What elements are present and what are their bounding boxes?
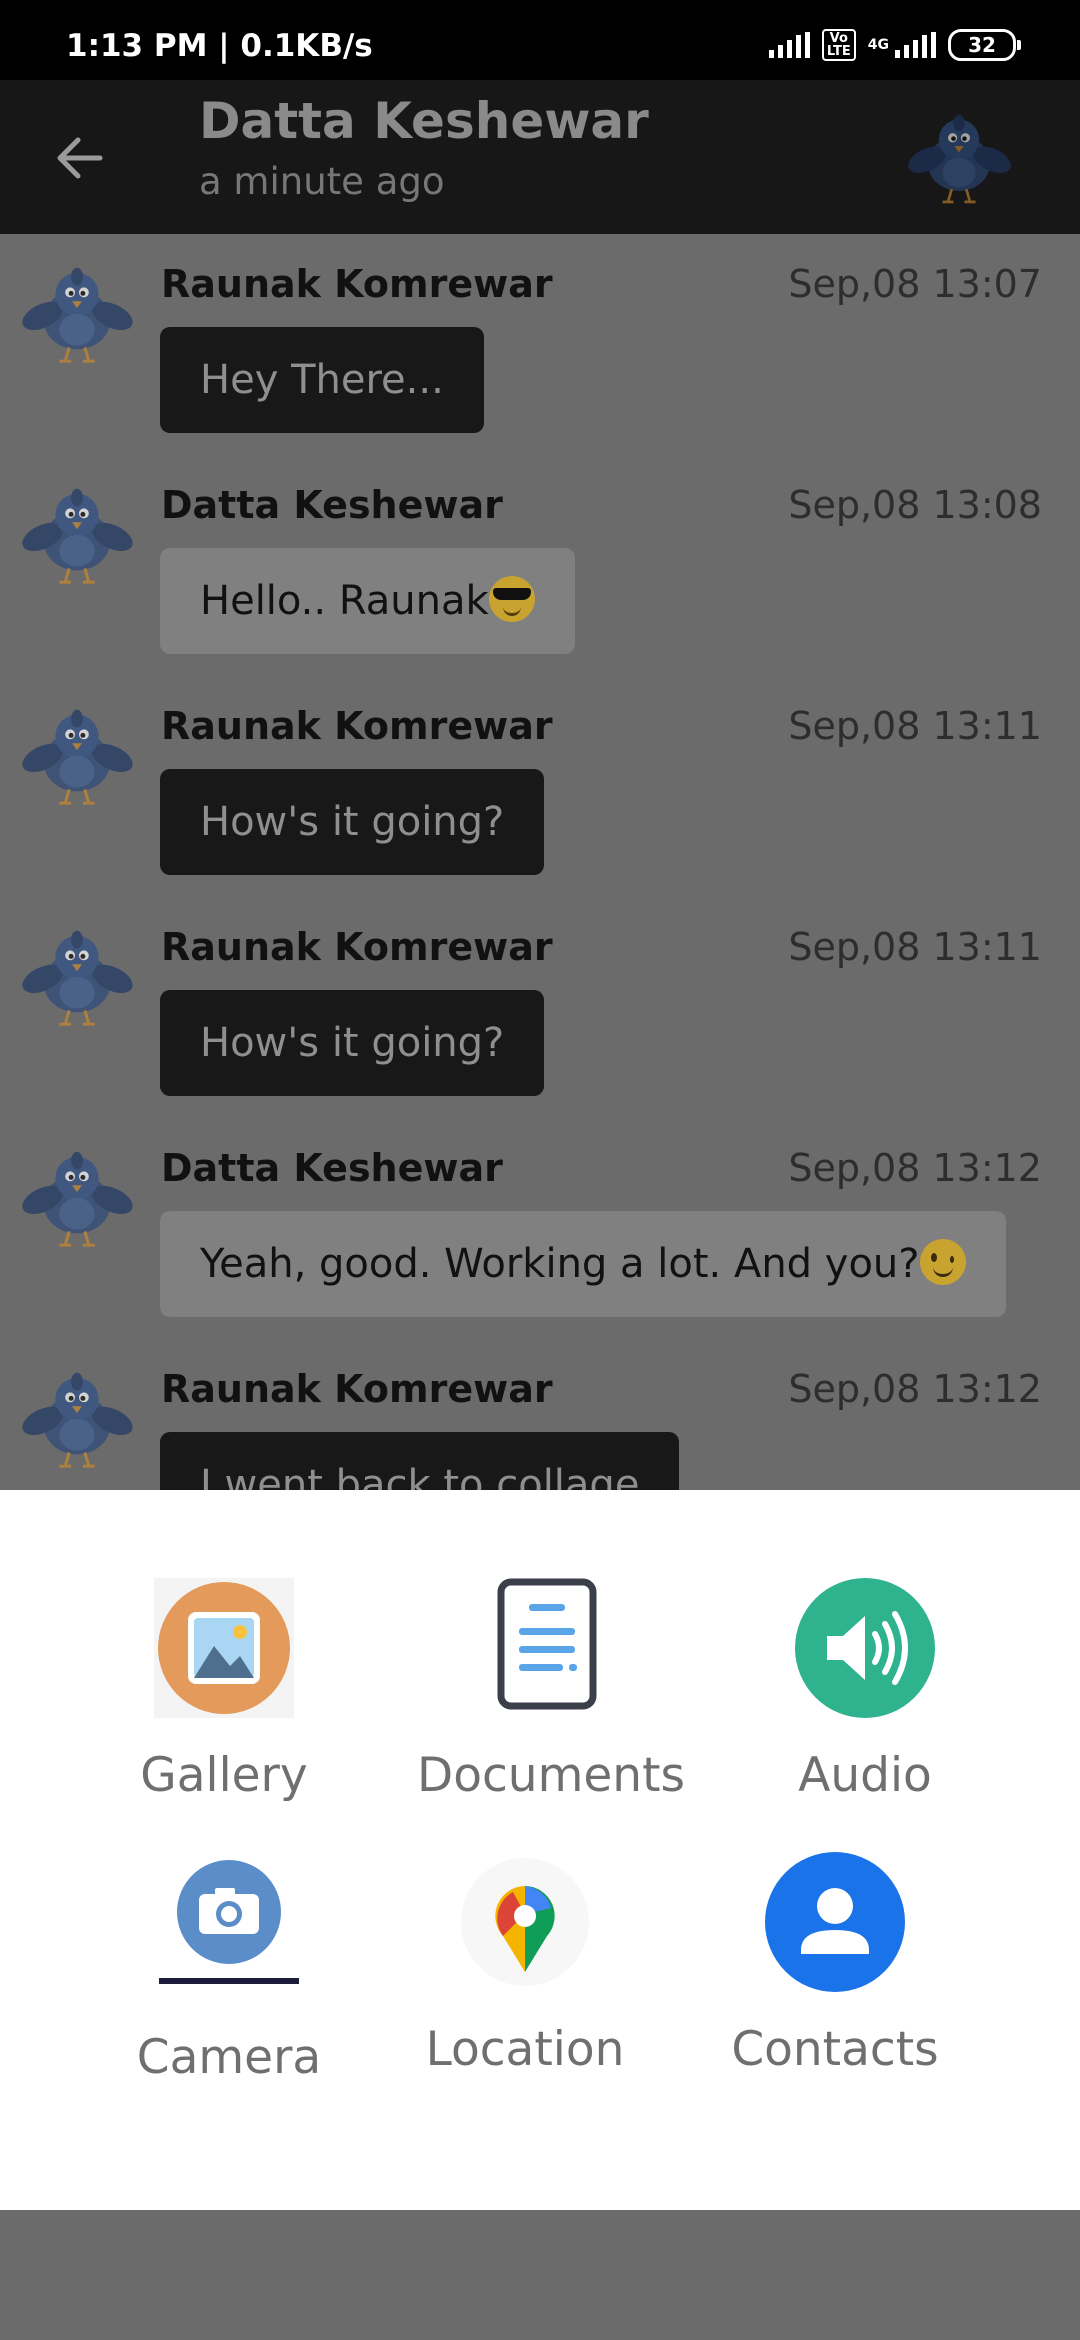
sender-avatar[interactable] bbox=[18, 254, 136, 372]
volte-icon: Vo LTE bbox=[821, 29, 856, 61]
message-text: How's it going? bbox=[200, 799, 505, 845]
message-bubble[interactable]: How's it going? bbox=[160, 990, 545, 1096]
message-time: Sep,08 13:12 bbox=[788, 1146, 1042, 1190]
status-bar: 1:13 PM | 0.1KB/s Vo LTE 4G 32 bbox=[0, 0, 1080, 80]
documents-option[interactable]: Documents bbox=[417, 1578, 685, 1803]
message-item: Raunak Komrewar Sep,08 13:07 Hey There..… bbox=[0, 234, 1080, 455]
message-sender: Raunak Komrewar bbox=[161, 925, 553, 969]
sender-avatar[interactable] bbox=[18, 917, 136, 1035]
message-item: Raunak Komrewar Sep,08 13:11 How's it go… bbox=[0, 897, 1080, 1118]
message-text: Hello.. Raunak bbox=[200, 578, 489, 624]
message-item: Raunak Komrewar Sep,08 13:11 How's it go… bbox=[0, 676, 1080, 897]
gallery-icon bbox=[154, 1578, 294, 1718]
message-time: Sep,08 13:07 bbox=[788, 262, 1042, 306]
battery-level: 32 bbox=[968, 33, 996, 57]
message-time: Sep,08 13:08 bbox=[788, 483, 1042, 527]
message-item: Raunak Komrewar Sep,08 13:12 I went back… bbox=[0, 1339, 1080, 1490]
winking-emoji-icon bbox=[919, 1239, 966, 1285]
message-text: Hey There... bbox=[200, 357, 444, 403]
sender-avatar[interactable] bbox=[18, 475, 136, 593]
signal-icon-2 bbox=[895, 32, 936, 58]
message-time: Sep,08 13:12 bbox=[788, 1367, 1042, 1411]
message-sender: Datta Keshewar bbox=[161, 1146, 503, 1190]
contact-name[interactable]: Datta Keshewar bbox=[199, 92, 649, 150]
audio-icon bbox=[795, 1578, 935, 1718]
message-bubble[interactable]: I went back to collage bbox=[160, 1432, 680, 1490]
audio-option[interactable]: Audio bbox=[735, 1578, 995, 1803]
message-time: Sep,08 13:11 bbox=[788, 704, 1042, 748]
message-item: Datta Keshewar Sep,08 13:12 Yeah, good. … bbox=[0, 1118, 1080, 1339]
status-time: 1:13 PM | 0.1KB/s bbox=[66, 28, 373, 64]
navigation-bar bbox=[0, 2210, 1080, 2340]
sender-avatar[interactable] bbox=[18, 1359, 136, 1477]
gallery-label: Gallery bbox=[140, 1748, 308, 1803]
status-icons: Vo LTE 4G 32 bbox=[768, 28, 1021, 62]
location-label: Location bbox=[425, 2022, 625, 2077]
message-sender: Raunak Komrewar bbox=[161, 262, 553, 306]
camera-option[interactable]: Camera bbox=[99, 1860, 359, 2085]
message-item: Datta Keshewar Sep,08 13:08 Hello.. Raun… bbox=[0, 455, 1080, 676]
chat-header: Datta Keshewar a minute ago bbox=[0, 80, 1080, 234]
contact-icon bbox=[765, 1852, 905, 1992]
message-text: I went back to collage bbox=[200, 1462, 640, 1490]
contact-avatar[interactable] bbox=[904, 102, 1014, 212]
message-list[interactable]: Raunak Komrewar Sep,08 13:07 Hey There..… bbox=[0, 234, 1080, 1490]
message-text: How's it going? bbox=[200, 1020, 505, 1066]
message-sender: Raunak Komrewar bbox=[161, 704, 553, 748]
gallery-option[interactable]: Gallery bbox=[94, 1578, 354, 1803]
camera-icon bbox=[159, 1860, 299, 2000]
network-type-label: 4G bbox=[867, 37, 889, 53]
back-arrow-icon[interactable] bbox=[50, 128, 110, 188]
attachment-sheet: Gallery Documents Audio Camera Location … bbox=[0, 1490, 1080, 2210]
camera-label: Camera bbox=[136, 2030, 322, 2085]
sender-avatar[interactable] bbox=[18, 696, 136, 814]
battery-icon: 32 bbox=[948, 29, 1021, 61]
message-sender: Raunak Komrewar bbox=[161, 1367, 553, 1411]
contacts-label: Contacts bbox=[731, 2022, 939, 2077]
signal-icon bbox=[768, 32, 810, 58]
location-pin-icon bbox=[455, 1852, 595, 1992]
message-sender: Datta Keshewar bbox=[161, 483, 503, 527]
message-bubble[interactable]: How's it going? bbox=[160, 769, 545, 875]
sender-avatar[interactable] bbox=[18, 1138, 136, 1256]
message-text: Yeah, good. Working a lot. And you? bbox=[200, 1241, 920, 1287]
contacts-option[interactable]: Contacts bbox=[705, 1852, 965, 2077]
message-bubble[interactable]: Hey There... bbox=[160, 327, 484, 433]
documents-label: Documents bbox=[417, 1748, 685, 1803]
document-icon bbox=[477, 1578, 617, 1718]
message-bubble[interactable]: Yeah, good. Working a lot. And you? bbox=[160, 1211, 1006, 1317]
sunglasses-emoji-icon bbox=[488, 576, 535, 622]
last-seen: a minute ago bbox=[199, 160, 445, 203]
message-bubble[interactable]: Hello.. Raunak bbox=[160, 548, 575, 654]
location-option[interactable]: Location bbox=[395, 1852, 655, 2077]
message-time: Sep,08 13:11 bbox=[788, 925, 1042, 969]
audio-label: Audio bbox=[798, 1748, 932, 1803]
